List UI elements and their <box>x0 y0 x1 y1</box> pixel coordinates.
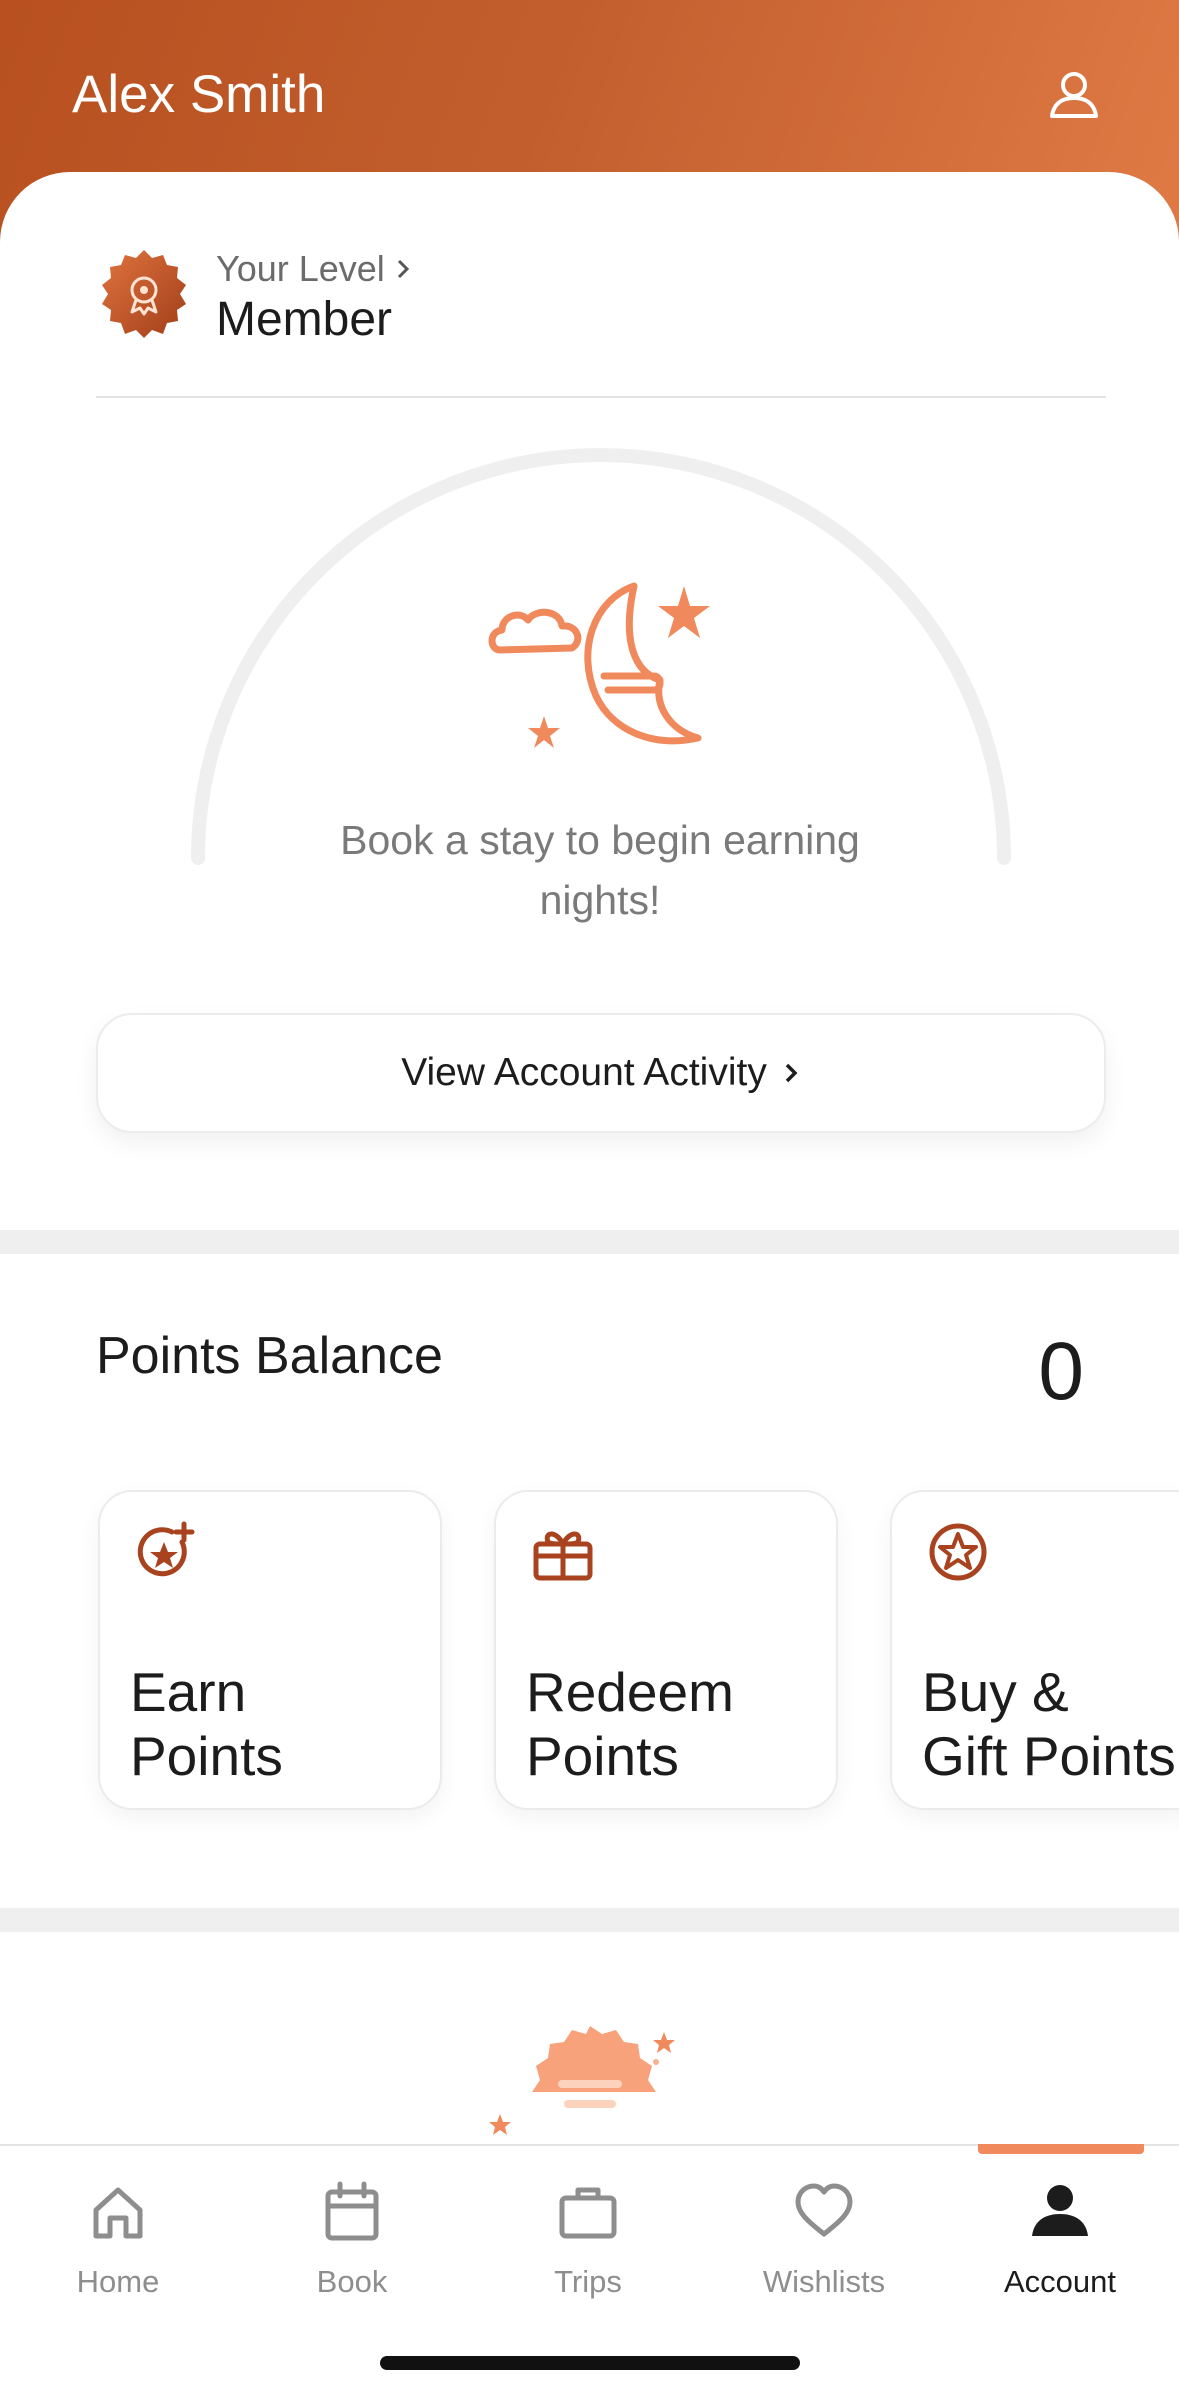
activity-button-label: View Account Activity <box>401 1051 767 1094</box>
progress-message: Book a stay to begin earning nights! <box>340 817 860 923</box>
star-plus-icon <box>137 1521 195 1577</box>
view-account-activity-button[interactable]: View Account Activity <box>96 1013 1106 1133</box>
tab-label: Home <box>76 2264 160 2299</box>
points-balance-value: 0 <box>1038 1326 1084 1417</box>
person-icon[interactable] <box>1046 66 1102 122</box>
card-label: Earn Points <box>130 1661 283 1787</box>
chevron-right-icon <box>785 1063 798 1083</box>
tab-label: Wishlists <box>762 2264 886 2299</box>
moon-cloud-stars-icon <box>488 582 710 748</box>
card-label: Buy & Gift Points <box>922 1661 1176 1787</box>
home-icon <box>93 2187 143 2239</box>
award-badge-icon <box>102 250 186 338</box>
chevron-right-icon <box>397 259 409 279</box>
buy-gift-points-card[interactable]: Buy & Gift Points <box>890 1490 1179 1810</box>
points-balance-title: Points Balance <box>96 1327 443 1385</box>
tab-wishlists[interactable]: Wishlists <box>724 2146 924 2326</box>
level-value: Member <box>216 293 393 346</box>
home-indicator <box>380 2356 800 2370</box>
calendar-icon <box>325 2181 379 2241</box>
redeem-points-card[interactable]: Redeem Points <box>494 1490 838 1810</box>
divider <box>96 396 1106 398</box>
user-name: Alex Smith <box>72 65 326 124</box>
tab-label: Trips <box>554 2264 622 2299</box>
active-tab-indicator <box>978 2144 1144 2154</box>
card-label: Redeem Points <box>526 1661 734 1787</box>
section-divider <box>0 1230 1179 1254</box>
tab-account[interactable]: Account <box>960 2146 1160 2326</box>
earn-points-card[interactable]: Earn Points <box>98 1490 442 1810</box>
person-filled-icon <box>1032 2185 1088 2236</box>
briefcase-icon <box>559 2187 617 2239</box>
tab-trips[interactable]: Trips <box>488 2146 688 2326</box>
level-caption-text: Your Level <box>216 248 385 289</box>
tab-label: Book <box>316 2264 388 2299</box>
promo-badge-icon <box>489 2026 675 2135</box>
star-circle-icon <box>929 1523 987 1581</box>
level-row[interactable]: Your Level Member <box>96 248 1106 398</box>
tab-label: Account <box>1003 2264 1116 2299</box>
heart-icon <box>795 2183 853 2237</box>
gift-icon <box>533 1531 593 1581</box>
tab-home[interactable]: Home <box>18 2146 218 2326</box>
level-caption: Your Level <box>216 248 413 290</box>
tab-book[interactable]: Book <box>252 2146 452 2326</box>
